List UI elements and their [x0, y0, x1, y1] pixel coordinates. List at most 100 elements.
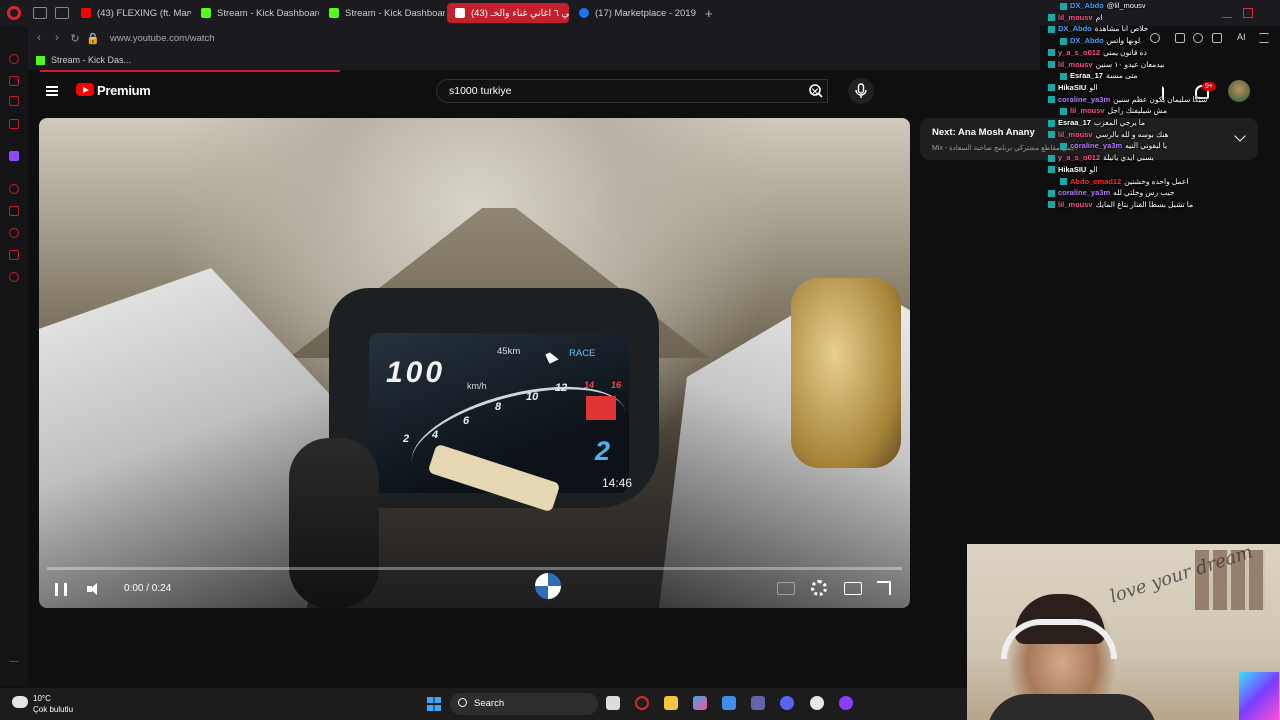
volume-icon[interactable] [87, 582, 103, 596]
tab-kick-dashboard-2[interactable]: Stream - Kick Dashboard [321, 3, 445, 23]
weather-description[interactable]: Çok bulutlu [33, 705, 73, 714]
new-tab-plus-icon[interactable]: + [705, 6, 713, 21]
taskbar-search[interactable]: Search [450, 693, 598, 715]
pause-button[interactable] [55, 583, 67, 596]
music-app-icon[interactable] [810, 696, 824, 710]
back-arrow-icon[interactable]: ‹ [30, 32, 48, 44]
bookmark-kick-dashboard[interactable]: Stream - Kick Das... [51, 55, 131, 65]
store-icon[interactable] [722, 696, 736, 710]
copilot-icon[interactable] [693, 696, 707, 710]
forward-arrow-icon[interactable]: › [48, 32, 66, 44]
weather-temperature[interactable]: 10°C [33, 694, 51, 703]
sidebar-settings-icon[interactable] [9, 272, 19, 282]
reload-icon[interactable]: ↻ [66, 32, 84, 45]
chat-username[interactable]: coraline_ya3m [1058, 95, 1110, 104]
chat-text: جيب رس وخلتي لله [1113, 188, 1175, 198]
discord-icon[interactable] [780, 696, 794, 710]
miniplayer-icon[interactable] [844, 582, 862, 595]
fullscreen-icon[interactable] [877, 581, 891, 595]
sidebar-aria-icon[interactable] [9, 54, 19, 64]
chat-username[interactable]: Abdo_emad12 [1070, 177, 1121, 186]
sidebar-twitch-icon[interactable] [9, 151, 19, 161]
opera-logo-icon[interactable] [7, 6, 21, 20]
tab-youtube-flexing[interactable]: (43) FLEXING (ft. Marwan [73, 3, 191, 23]
chat-username[interactable]: HikaSIU [1058, 165, 1086, 174]
next-up-title: Next: Ana Mosh Anany [932, 127, 1035, 138]
lock-icon: 🔒 [86, 32, 100, 45]
voice-search-button[interactable] [848, 78, 874, 104]
tab-youtube-medley[interactable]: (43) ميدلي ٦ اغاني غناء والحـ [447, 3, 569, 23]
windows-start-icon[interactable] [427, 697, 441, 711]
tab-list-icon[interactable] [55, 7, 69, 19]
chat-username[interactable]: DX_Abdo [1070, 1, 1104, 10]
sidebar-music-icon[interactable] [9, 184, 19, 194]
chat-badge-icon [1060, 178, 1067, 186]
file-manager-icon[interactable] [606, 696, 620, 710]
tab-facebook-marketplace[interactable]: (17) Marketplace - 2019 Ka [571, 3, 697, 23]
chat-username[interactable]: lil_mousv [1058, 13, 1093, 22]
speed-unit: km/h [467, 381, 487, 391]
sidebar-history-icon[interactable] [9, 228, 19, 238]
folder-icon[interactable] [664, 696, 678, 710]
search-query: s1000 turkiye [449, 85, 512, 97]
chat-username[interactable]: lil_mousv [1058, 60, 1093, 69]
chat-username[interactable]: y_a_s_o012 [1058, 48, 1100, 57]
sidebar-bookmark-icon[interactable] [9, 206, 19, 216]
url-field[interactable]: www.youtube.com/watch [110, 33, 215, 44]
teams-icon[interactable] [751, 696, 765, 710]
tab-kick-dashboard-1[interactable]: Stream - Kick Dashboard [193, 3, 319, 23]
youtube-logo-icon[interactable] [76, 83, 94, 96]
workspaces-icon[interactable] [33, 7, 47, 19]
chat-text: اعمل واحده وخشتين [1124, 176, 1189, 186]
chat-text: @lil_mousv [1106, 1, 1146, 10]
chat-username[interactable]: DX_Abdo [1070, 36, 1104, 45]
sidebar-shopping-icon[interactable] [9, 76, 19, 86]
chat-text: لونها واتس [1106, 36, 1141, 46]
chat-text: خلاص انا مشاهدة [1094, 24, 1149, 34]
chat-username[interactable]: DX_Abdo [1058, 24, 1092, 33]
chat-username[interactable]: HikaSIU [1058, 83, 1086, 92]
gear-indicator: 2 [595, 436, 611, 466]
search-input[interactable]: s1000 turkiye × [436, 79, 828, 103]
chat-message: Esraa_17 متى منسة [1060, 71, 1138, 80]
account-avatar[interactable] [1228, 80, 1250, 102]
chat-username[interactable]: coraline_ya3m [1058, 188, 1110, 197]
chat-username[interactable]: Esraa_17 [1070, 71, 1103, 80]
download-icon[interactable] [1212, 33, 1222, 43]
chat-text: هنك بوسه و لله بالرسي [1095, 129, 1169, 139]
video-player[interactable]: 100 km/h 45km RACE 2 14:46 2 4 6 8 10 12… [39, 118, 910, 608]
sidebar-extensions-icon[interactable] [9, 250, 19, 260]
sidebar-more-icon[interactable] [9, 652, 19, 662]
chat-message: DX_Abdo @lil_mousv [1060, 1, 1146, 10]
chat-username[interactable]: coraline_ya3m [1070, 141, 1122, 150]
cloud-icon[interactable] [12, 696, 28, 708]
neon-light [1239, 672, 1279, 720]
chat-badge-icon [1048, 131, 1055, 139]
seek-bar[interactable] [47, 567, 902, 570]
minimize-icon[interactable] [1222, 8, 1232, 18]
obs-icon[interactable] [839, 696, 853, 710]
sidebar-briefcase-icon[interactable] [9, 96, 19, 106]
opera-taskbar-icon[interactable] [635, 696, 649, 710]
chat-message: lil_mousv هنك بوسه و لله بالرسي [1048, 130, 1169, 139]
chat-username[interactable]: lil_mousv [1058, 130, 1093, 139]
chat-text: الو [1089, 164, 1098, 174]
maximize-icon[interactable] [1243, 8, 1253, 18]
settings-gear-icon[interactable] [811, 580, 827, 596]
streamer-shirt [987, 694, 1157, 720]
menu-icon[interactable] [1259, 33, 1269, 43]
subtitles-icon[interactable] [777, 582, 795, 595]
ai-button[interactable]: AI [1237, 32, 1246, 42]
chat-username[interactable]: y_a_s_o012 [1058, 153, 1100, 162]
guide-menu-icon[interactable] [46, 86, 58, 96]
chevron-down-icon[interactable] [1234, 130, 1246, 142]
chat-username[interactable]: Esraa_17 [1058, 118, 1091, 127]
chat-message: lil_mousv ما تشيل بسطا القتار بتاع المايك [1048, 200, 1193, 209]
youtube-premium-logo[interactable]: Premium [97, 83, 151, 98]
chat-username[interactable]: lil_mousv [1058, 200, 1093, 209]
chat-username[interactable]: lil_mousv [1070, 106, 1105, 115]
chat-text: ما يرجي المعزب [1093, 118, 1146, 127]
sidebar-messenger-icon[interactable] [9, 119, 19, 129]
chat-message: y_a_s_o012 بسبي ايدي ياتيلة [1048, 153, 1154, 162]
search-button[interactable] [798, 79, 836, 103]
